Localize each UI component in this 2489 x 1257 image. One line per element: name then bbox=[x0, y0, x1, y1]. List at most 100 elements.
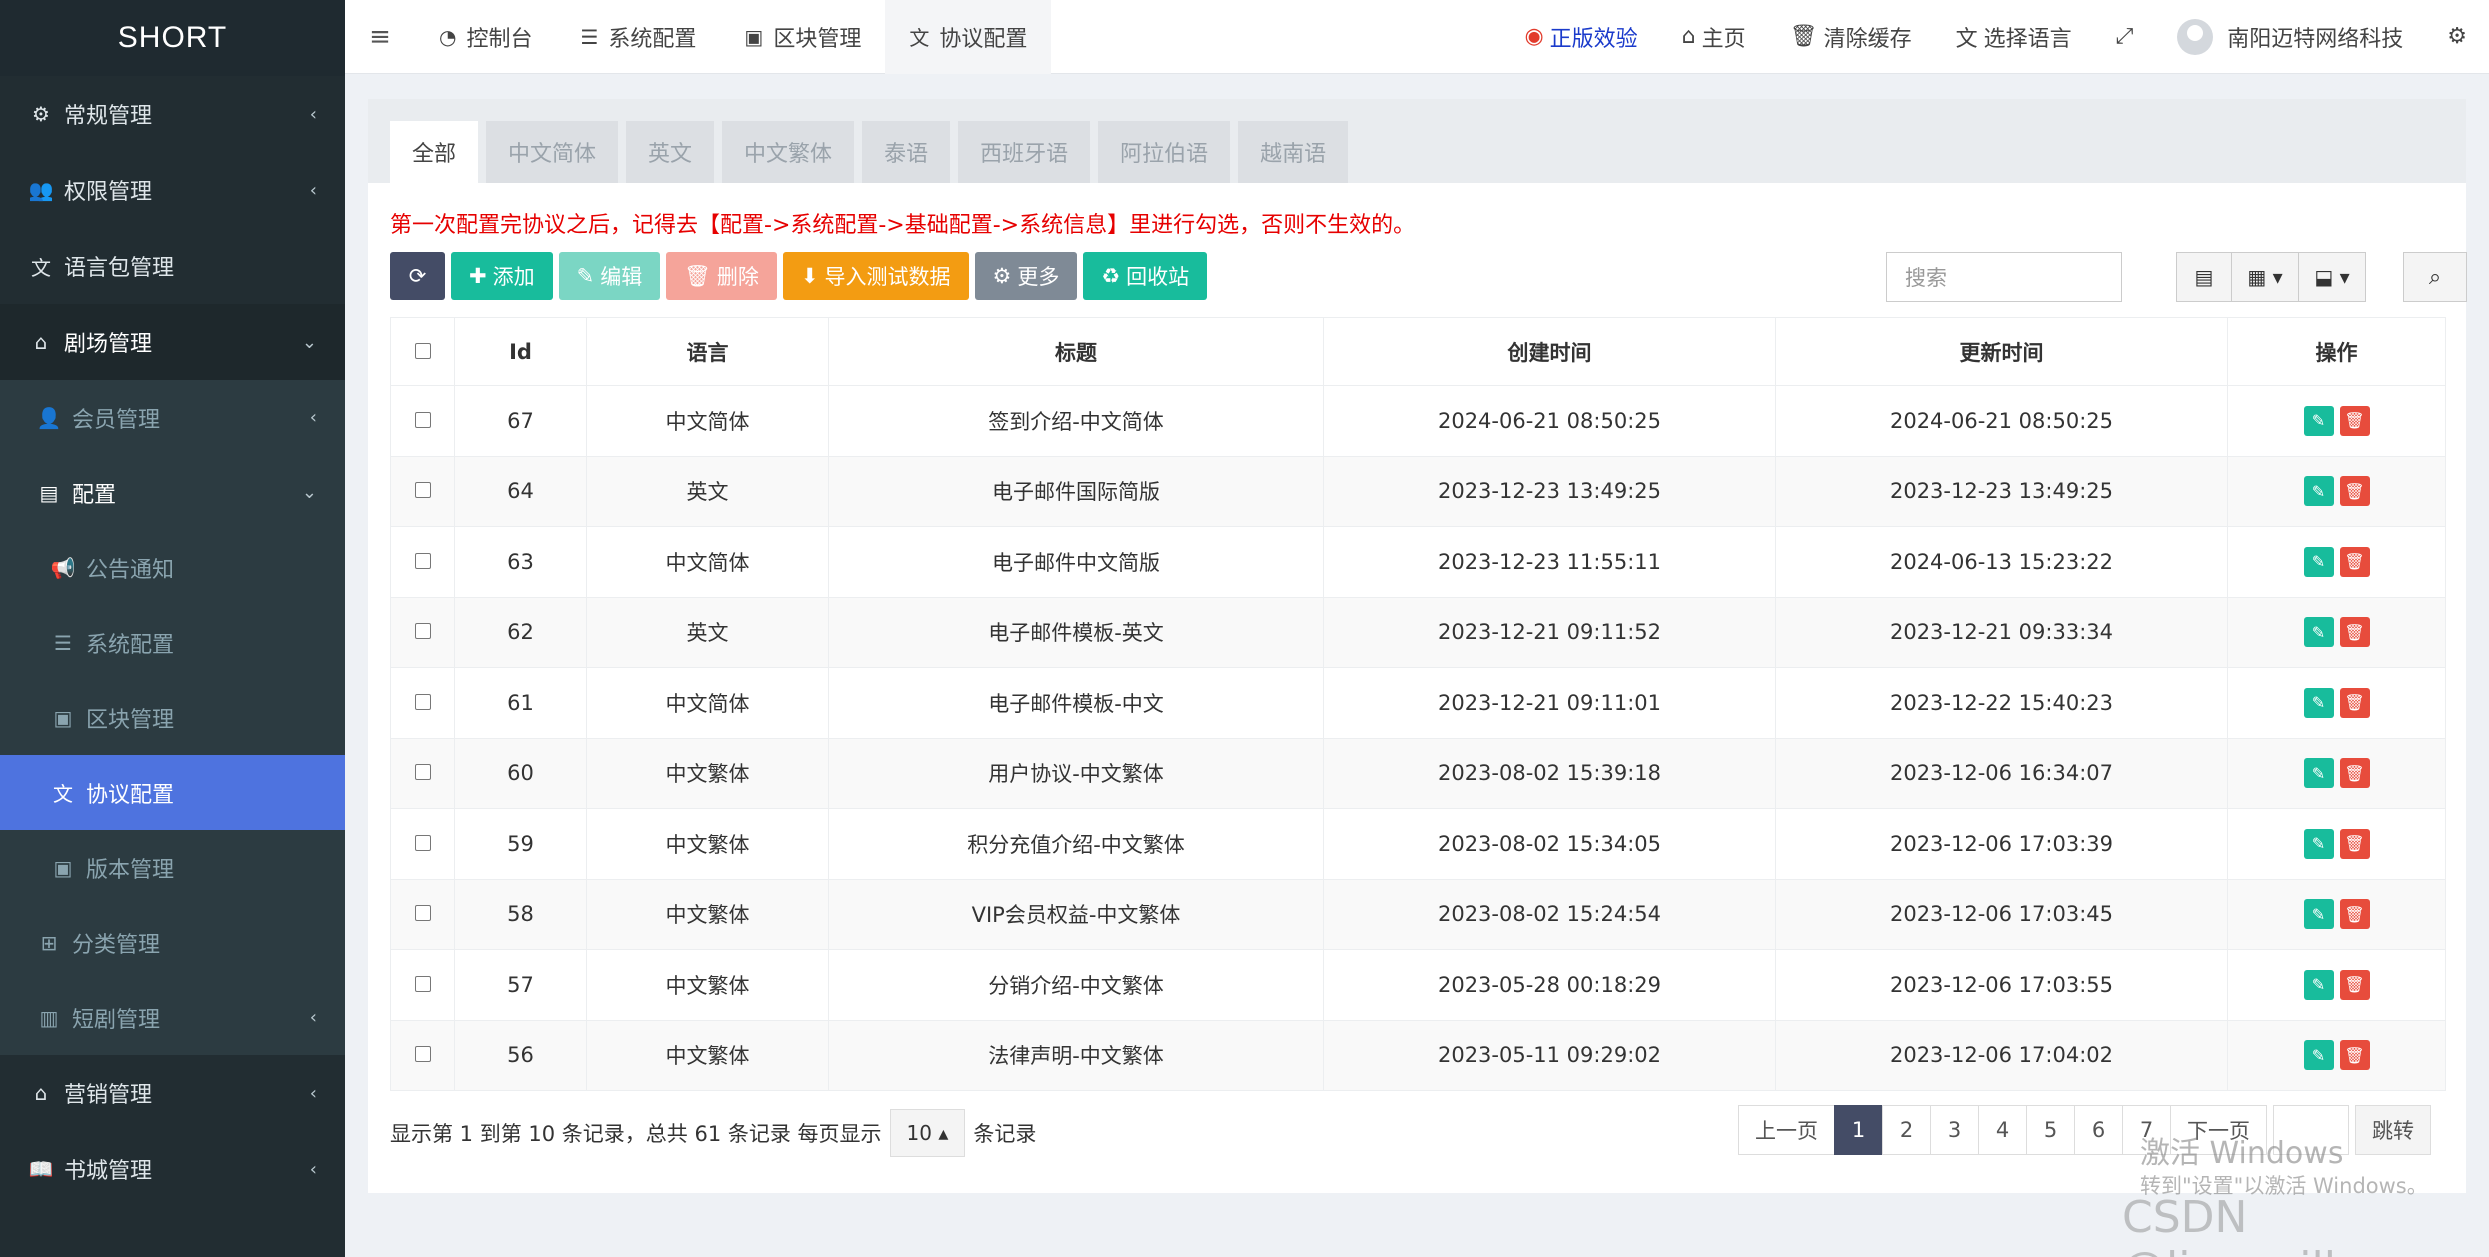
row-delete-icon[interactable]: 🗑 bbox=[2339, 617, 2370, 648]
row-delete-icon[interactable]: 🗑 bbox=[2339, 899, 2370, 930]
tab-all[interactable]: 全部 bbox=[390, 121, 479, 183]
tab-block[interactable]: ▣ 区块管理 bbox=[720, 0, 885, 74]
edit-button[interactable]: ✎ 编辑 bbox=[558, 252, 661, 300]
row-edit-icon[interactable]: ✎ bbox=[2303, 899, 2334, 930]
col-header-created[interactable]: 创建时间 bbox=[1323, 317, 1776, 386]
row-checkbox[interactable] bbox=[414, 905, 431, 922]
row-delete-icon[interactable]: 🗑 bbox=[2339, 828, 2370, 859]
tab-vi[interactable]: 越南语 bbox=[1238, 121, 1349, 183]
tab-th[interactable]: 泰语 bbox=[862, 121, 951, 183]
tab-dashboard[interactable]: ◔ 控制台 bbox=[415, 0, 556, 74]
cell-lang: 英文 bbox=[586, 455, 829, 527]
row-delete-icon[interactable]: 🗑 bbox=[2339, 758, 2370, 789]
page-size-select[interactable]: 10 ▴ bbox=[889, 1109, 966, 1157]
col-header-id[interactable]: Id bbox=[454, 317, 587, 386]
tab-es[interactable]: 西班牙语 bbox=[958, 121, 1091, 183]
search-input[interactable]: 搜索 bbox=[1886, 252, 2122, 302]
menu-toggle-icon[interactable]: ≡ bbox=[345, 22, 415, 52]
theater-submenu: 👤 会员管理 ‹ ▤ 配置 ⌄ 📢 公告通知 ☰ 系统配置 ▣ 区块管理 文 协… bbox=[0, 380, 345, 1055]
columns-dropdown[interactable]: ▦ ▾ bbox=[2231, 252, 2299, 302]
sidebar-item-category[interactable]: ⊞ 分类管理 bbox=[0, 905, 345, 980]
sidebar-item-permission[interactable]: 👥 权限管理 ‹ bbox=[0, 152, 345, 228]
row-delete-icon[interactable]: 🗑 bbox=[2339, 687, 2370, 718]
row-checkbox[interactable] bbox=[414, 482, 431, 499]
row-delete-icon[interactable]: 🗑 bbox=[2339, 546, 2370, 577]
col-header-lang[interactable]: 语言 bbox=[586, 317, 829, 386]
more-button[interactable]: ⚙ 更多 bbox=[974, 252, 1078, 300]
row-edit-icon[interactable]: ✎ bbox=[2303, 758, 2334, 789]
sitemap-icon: ⊞ bbox=[40, 930, 58, 955]
page-button[interactable]: 2 bbox=[1882, 1105, 1931, 1155]
row-checkbox[interactable] bbox=[414, 552, 431, 569]
sidebar-item-marketing[interactable]: ⌂ 营销管理 ‹ bbox=[0, 1055, 345, 1131]
sidebar-item-notice[interactable]: 📢 公告通知 bbox=[0, 530, 345, 605]
row-edit-icon[interactable]: ✎ bbox=[2303, 546, 2334, 577]
sidebar-item-general[interactable]: ⚙ 常规管理 ‹ bbox=[0, 76, 345, 152]
sidebar-item-sysconfig[interactable]: ☰ 系统配置 bbox=[0, 605, 345, 680]
import-test-data-button[interactable]: ⬇ 导入测试数据 bbox=[782, 252, 969, 300]
prev-page-button[interactable]: 上一页 bbox=[1738, 1105, 1835, 1155]
add-button[interactable]: ✚ 添加 bbox=[451, 252, 553, 300]
page-button[interactable]: 1 bbox=[1834, 1105, 1883, 1155]
page-button[interactable]: 6 bbox=[2074, 1105, 2123, 1155]
user-menu[interactable]: 南阳迈特网络科技 bbox=[2155, 18, 2425, 55]
delete-button[interactable]: 🗑 删除 bbox=[666, 252, 777, 300]
genuine-verify-link[interactable]: ◉ 正版效验 bbox=[1502, 21, 1659, 53]
app-logo[interactable]: SHORT bbox=[0, 0, 345, 76]
row-checkbox[interactable] bbox=[414, 834, 431, 851]
row-checkbox[interactable] bbox=[414, 764, 431, 781]
sidebar-item-member[interactable]: 👤 会员管理 ‹ bbox=[0, 380, 345, 455]
row-checkbox[interactable] bbox=[414, 623, 431, 640]
cell-created: 2024-06-21 08:50:25 bbox=[1323, 385, 1776, 457]
jump-button[interactable]: 跳转 bbox=[2355, 1105, 2431, 1155]
row-checkbox[interactable] bbox=[414, 975, 431, 992]
row-edit-icon[interactable]: ✎ bbox=[2303, 828, 2334, 859]
col-header-updated[interactable]: 更新时间 bbox=[1775, 317, 2228, 386]
sidebar-item-theater[interactable]: ⌂ 剧场管理 ⌄ bbox=[0, 304, 345, 380]
tab-agreement[interactable]: 文 协议配置 bbox=[885, 0, 1052, 74]
row-checkbox[interactable] bbox=[414, 411, 431, 428]
sidebar-item-short-drama[interactable]: ▥ 短剧管理 ‹ bbox=[0, 980, 345, 1055]
row-checkbox[interactable] bbox=[414, 693, 431, 710]
home-link[interactable]: ⌂ 主页 bbox=[1660, 21, 1768, 53]
row-delete-icon[interactable]: 🗑 bbox=[2339, 405, 2370, 436]
select-all-cell bbox=[390, 317, 455, 386]
tab-zh-tw[interactable]: 中文繁体 bbox=[722, 121, 855, 183]
table-view-tools: ▤ ▦ ▾ ⬓ ▾ bbox=[2176, 252, 2366, 302]
sidebar-item-agreement[interactable]: 文 协议配置 bbox=[0, 755, 345, 830]
card-view-toggle[interactable]: ▤ bbox=[2176, 252, 2232, 302]
tab-sysconfig[interactable]: ☰ 系统配置 bbox=[556, 0, 720, 74]
page-button[interactable]: 3 bbox=[1930, 1105, 1979, 1155]
search-button[interactable]: ⌕ bbox=[2403, 252, 2467, 302]
sidebar-item-version[interactable]: ▣ 版本管理 bbox=[0, 830, 345, 905]
col-header-title[interactable]: 标题 bbox=[828, 317, 1324, 386]
row-delete-icon[interactable]: 🗑 bbox=[2339, 1040, 2370, 1071]
row-edit-icon[interactable]: ✎ bbox=[2303, 1040, 2334, 1071]
sidebar-item-config[interactable]: ▤ 配置 ⌄ bbox=[0, 455, 345, 530]
refresh-button[interactable]: ⟳ bbox=[390, 252, 445, 300]
tab-zh-cn[interactable]: 中文简体 bbox=[486, 121, 619, 183]
row-edit-icon[interactable]: ✎ bbox=[2303, 405, 2334, 436]
language-select[interactable]: 文 选择语言 bbox=[1934, 21, 2094, 53]
row-edit-icon[interactable]: ✎ bbox=[2303, 476, 2334, 507]
export-dropdown[interactable]: ⬓ ▾ bbox=[2298, 252, 2366, 302]
sidebar-item-bookstore[interactable]: 📖 书城管理 ‹ bbox=[0, 1131, 345, 1207]
row-edit-icon[interactable]: ✎ bbox=[2303, 687, 2334, 718]
row-checkbox[interactable] bbox=[414, 1046, 431, 1063]
sidebar-item-block[interactable]: ▣ 区块管理 bbox=[0, 680, 345, 755]
fullscreen-icon[interactable]: ⤢ bbox=[2094, 24, 2156, 49]
row-edit-icon[interactable]: ✎ bbox=[2303, 969, 2334, 1000]
tab-ar[interactable]: 阿拉伯语 bbox=[1098, 121, 1231, 183]
row-edit-icon[interactable]: ✎ bbox=[2303, 617, 2334, 648]
select-all-checkbox[interactable] bbox=[414, 342, 431, 359]
settings-gear-icon[interactable]: ⚙ bbox=[2425, 24, 2489, 49]
page-button[interactable]: 5 bbox=[2026, 1105, 2075, 1155]
row-delete-icon[interactable]: 🗑 bbox=[2339, 969, 2370, 1000]
clear-cache-button[interactable]: 🗑 清除缓存 bbox=[1768, 21, 1934, 53]
recycle-bin-button[interactable]: ♻ 回收站 bbox=[1083, 252, 1208, 300]
tab-en[interactable]: 英文 bbox=[626, 121, 715, 183]
row-delete-icon[interactable]: 🗑 bbox=[2339, 476, 2370, 507]
sidebar-item-langpack[interactable]: 文 语言包管理 bbox=[0, 228, 345, 304]
page-button[interactable]: 4 bbox=[1978, 1105, 2027, 1155]
table-row: 64 英文 电子邮件国际简版 2023-12-23 13:49:25 2023-… bbox=[390, 455, 2446, 527]
